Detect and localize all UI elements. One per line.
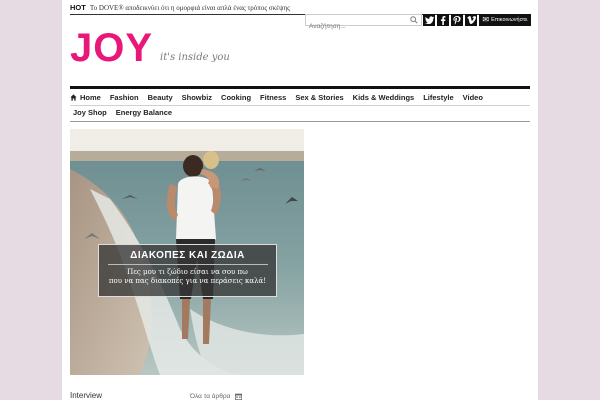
nav-item-cooking[interactable]: Cooking xyxy=(221,93,251,102)
nav-row-primary: Home Fashion Beauty Showbiz Cooking Fitn… xyxy=(70,90,530,104)
calendar-icon xyxy=(235,393,243,400)
nav-item-beauty[interactable]: Beauty xyxy=(148,93,173,102)
envelope-icon: ✉ xyxy=(482,15,490,24)
hot-label: HOT xyxy=(70,3,86,12)
page-container: HOT Το DOVE® αποδεικνύει ότι η ομορφιά εί… xyxy=(62,0,538,400)
nav-item-sex-stories[interactable]: Sex & Stories xyxy=(295,93,343,102)
pinterest-icon[interactable] xyxy=(451,14,463,26)
facebook-icon[interactable] xyxy=(437,14,449,26)
nav-item-home[interactable]: Home xyxy=(70,93,101,102)
contact-label: Επικοινωνήστε xyxy=(491,17,528,23)
nav-item-energy-balance[interactable]: Energy Balance xyxy=(116,108,172,117)
twitter-icon[interactable] xyxy=(423,14,435,26)
featured-title: ΔΙΑΚΟΠΕΣ ΚΑΙ ΖΩΔΙΑ xyxy=(130,250,245,261)
featured-article[interactable]: ΔΙΑΚΟΠΕΣ ΚΑΙ ΖΩΔΙΑ Πες μου τι ζώδιο είσα… xyxy=(70,129,304,375)
nav-item-showbiz[interactable]: Showbiz xyxy=(182,93,212,102)
section-label: Interview xyxy=(70,391,103,400)
home-icon xyxy=(70,93,77,101)
logo-text: JOY xyxy=(70,26,154,70)
nav-item-fashion[interactable]: Fashion xyxy=(110,93,139,102)
vimeo-icon[interactable] xyxy=(465,14,477,26)
featured-subtitle-line1: Πες μου τι ζώδιο είσαι να σου πω xyxy=(127,268,248,276)
search-icon[interactable] xyxy=(410,16,418,24)
nav-row-secondary: Joy Shop Energy Balance xyxy=(70,105,530,119)
featured-subtitle-line2: που να πας διακοπές για να περάσεις καλά… xyxy=(108,277,267,285)
site-logo[interactable]: JOY xyxy=(70,28,153,68)
hot-news-link[interactable]: Το DOVE® αποδεικνύει ότι η ομορφιά είναι… xyxy=(90,4,290,12)
contact-button[interactable]: ✉ Επικοινωνήστε xyxy=(479,14,531,26)
nav-item-video[interactable]: Video xyxy=(463,93,483,102)
logo-tagline: it's inside you xyxy=(160,52,230,63)
featured-caption: ΔΙΑΚΟΠΕΣ ΚΑΙ ΖΩΔΙΑ Πες μου τι ζώδιο είσα… xyxy=(98,244,277,297)
all-articles-link[interactable]: Όλα τα άρθρα xyxy=(190,393,243,400)
nav-bottom-border xyxy=(70,121,530,122)
nav-item-label: Home xyxy=(80,92,101,102)
nav-item-fitness[interactable]: Fitness xyxy=(260,93,286,102)
nav-item-lifestyle[interactable]: Lifestyle xyxy=(423,93,453,102)
caption-divider xyxy=(107,264,268,265)
search-input[interactable] xyxy=(306,21,406,32)
nav-top-border xyxy=(70,86,530,89)
search-box xyxy=(305,14,422,32)
all-articles-label: Όλα τα άρθρα xyxy=(190,393,231,400)
main-nav: Home Fashion Beauty Showbiz Cooking Fitn… xyxy=(70,90,530,122)
nav-row-divider xyxy=(70,105,530,106)
nav-item-joy-shop[interactable]: Joy Shop xyxy=(73,108,107,117)
nav-item-kids-weddings[interactable]: Kids & Weddings xyxy=(353,93,415,102)
social-links: ✉ Επικοινωνήστε xyxy=(423,14,531,26)
